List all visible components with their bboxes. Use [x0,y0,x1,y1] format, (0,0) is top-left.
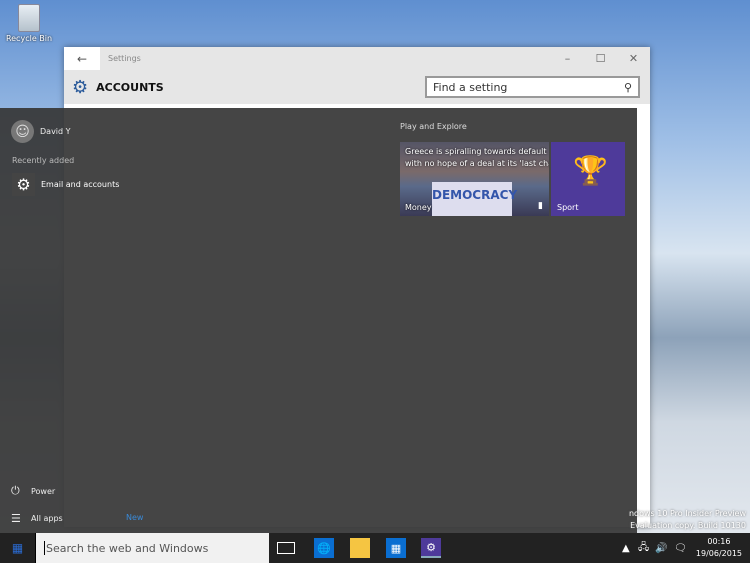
power-label: Power [31,486,56,496]
headline-line: with no hope of a deal at its 'last chan [405,159,549,168]
settings-app-icon[interactable]: ⚙ [421,538,441,558]
headline-line: Greece is spiralling towards default [405,147,547,156]
action-center-icon[interactable]: 🗨 [674,533,687,563]
start-button[interactable]: ▦ [0,533,35,563]
search-placeholder: Search the web and Windows [46,541,209,555]
news-image: DEMOCRACY [432,182,517,216]
settings-header: ⚙ ACCOUNTS Find a setting ⚲ [64,70,650,104]
all-apps-button[interactable]: ☰ All apps [11,512,63,525]
clock[interactable]: 00:16 19/06/2015 [696,536,742,560]
windows-logo-icon: ▦ [11,541,24,555]
date: 19/06/2015 [695,549,742,558]
recycle-bin-label: Recycle Bin [5,34,53,43]
file-explorer-icon[interactable] [350,538,370,558]
title-bar: ← Settings – ☐ ✕ [64,47,650,70]
sport-tile[interactable]: 🏆 Sport [551,142,625,216]
show-hidden-icons[interactable]: ▲ [622,533,630,563]
network-icon[interactable]: 🖧 [638,533,649,563]
user-name: David Y [40,127,71,136]
gear-icon: ⚙ [12,173,35,196]
trophy-icon: 🏆 [573,154,608,187]
chart-icon: ▮ [538,201,543,211]
close-button[interactable]: ✕ [617,52,650,65]
recycle-bin[interactable]: Recycle Bin [4,4,54,43]
volume-icon[interactable]: 🔊 [655,533,667,563]
power-button[interactable]: ⏻ Power [11,484,55,498]
start-menu: ☺ David Y Recently added ⚙ Email and accou… [0,108,637,533]
watermark-line: ndows 10 Pro Insider Preview [628,509,746,518]
gear-icon: ⚙ [72,76,89,98]
store-icon[interactable]: ▦ [386,538,406,558]
power-icon: ⏻ [11,484,20,497]
taskbar: ▦ Search the web and Windows 🌐 ▦ ⚙ ▲ 🖧 🔊… [0,533,750,563]
avatar-icon: ☺ [11,120,34,143]
watermark-line: Evaluation copy. Build 10130 [630,521,746,530]
list-icon: ☰ [11,512,21,525]
taskbar-search-input[interactable]: Search the web and Windows [35,533,269,563]
maximize-button[interactable]: ☐ [584,52,617,65]
search-icon: ⚲ [623,80,632,94]
recycle-bin-icon [18,4,40,32]
edge-browser-icon[interactable]: 🌐 [314,538,334,558]
money-tile[interactable]: DEMOCRACY Greece is spiralling towards d… [400,142,549,216]
build-watermark: ndows 10 Pro Insider Preview Evaluation c… [629,508,746,532]
app-label: Email and accounts [41,180,120,189]
page-title: ACCOUNTS [96,80,164,94]
task-view-icon[interactable] [277,542,295,554]
group-heading: Play and Explore [400,122,467,131]
time: 00:16 [707,537,731,546]
news-headline: Greece is spiralling towards default with… [405,146,549,170]
tile-label: Sport [557,203,579,212]
find-setting-input[interactable]: Find a setting ⚲ [425,76,640,98]
user-account[interactable]: ☺ David Y [11,120,71,143]
tile-label: Money [405,203,432,212]
new-badge: New [126,513,144,522]
minimize-button[interactable]: – [551,52,584,65]
search-placeholder: Find a setting [433,80,508,94]
back-button[interactable]: ← [64,47,100,70]
app-email-and-accounts[interactable]: ⚙ Email and accounts [12,173,119,196]
all-apps-label: All apps [31,514,63,523]
window-title: Settings [108,54,141,63]
recently-added-heading: Recently added [12,156,75,165]
